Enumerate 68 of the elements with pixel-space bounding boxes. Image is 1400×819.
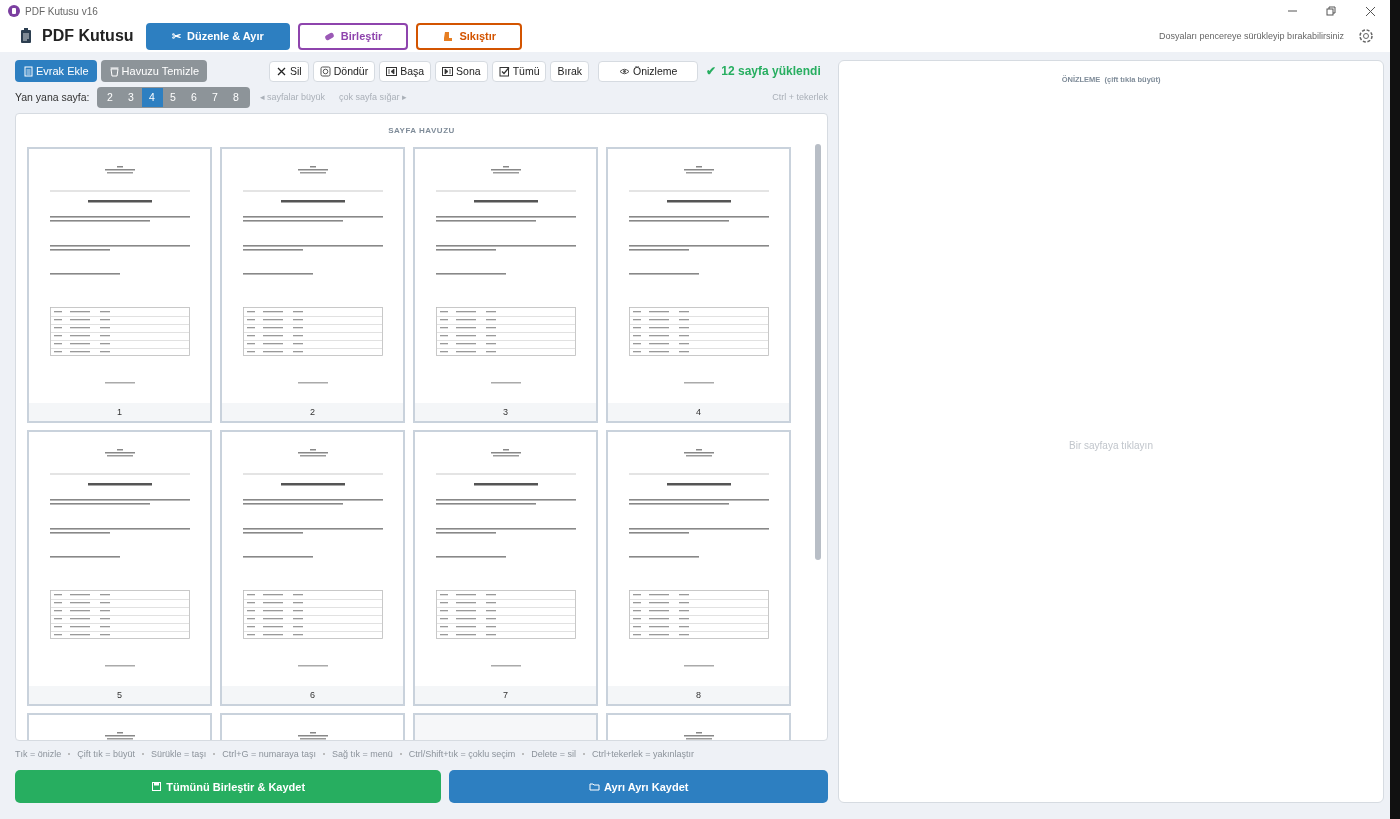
shortcut-hint: Sağ tık = menü (331, 749, 393, 759)
size-hint: çok sayfa sığar ▸ (339, 92, 408, 102)
page-thumbnail[interactable]: 3 (413, 147, 598, 423)
skip-start-icon (386, 65, 398, 77)
page-thumbnail[interactable]: 4 (606, 147, 791, 423)
page-number: 8 (608, 686, 789, 704)
shortcut-hint: Delete = sil (531, 749, 576, 759)
rotate-icon (319, 65, 331, 77)
page-number: 1 (29, 403, 210, 421)
app-name: PDF Kutusu (42, 27, 135, 45)
panel-title: SAYFA HAVUZU (387, 126, 456, 135)
trash-icon (108, 65, 120, 77)
page-header-drawing (683, 732, 714, 740)
shortcut-hint: Ctrl+G = numaraya taşı (222, 749, 316, 759)
page-thumbnail[interactable]: 2 (220, 147, 405, 423)
shortcut-hint: Ctrl+tekerlek = yakınlaştır (592, 749, 695, 759)
column-option[interactable]: 4 (141, 87, 163, 107)
restore-icon[interactable] (1326, 5, 1337, 17)
mode-tab[interactable]: Birleştir (297, 22, 409, 50)
document-icon (23, 65, 34, 77)
toolbar-button[interactable]: Sona (435, 60, 488, 82)
app-icon (8, 5, 20, 17)
check-icon: ✔ (706, 64, 717, 78)
close-icon (276, 65, 288, 77)
mode-tab[interactable]: Sıkıştır (416, 22, 523, 50)
columns-label: Yan yana sayfa: (15, 91, 90, 103)
toolbar-button[interactable]: Başa (379, 60, 432, 82)
checkbox-icon (498, 65, 510, 77)
page-thumbnail[interactable]: 6 (220, 430, 405, 706)
toolbar-button[interactable]: Döndür (312, 60, 376, 82)
drop-hint: Dosyaları pencereye sürükleyip bırakabilirsiniz (1158, 31, 1344, 41)
page-thumbnail[interactable]: 5 (27, 430, 212, 706)
save-icon (151, 781, 163, 792)
toolbar-button[interactable]: Sil (269, 60, 309, 82)
empty-preview-message: Bir sayfaya tıklayın (1069, 440, 1153, 451)
folder-icon (589, 781, 601, 792)
page-number: 5 (29, 686, 210, 704)
scrollbar[interactable] (815, 144, 821, 560)
skip-end-icon (442, 65, 454, 77)
status-text: 12 sayfa yüklendi (721, 64, 821, 78)
page-number: 6 (222, 686, 403, 704)
mode-tab[interactable]: ✂ Düzenle & Ayır (146, 22, 290, 50)
toolbar-button[interactable]: Bırak (550, 60, 589, 82)
size-hint: ◂ sayfalar büyük (259, 92, 326, 102)
shortcut-hint: Sürükle = taşı (151, 749, 207, 759)
boot-icon (442, 30, 454, 42)
page-header-drawing (104, 732, 135, 740)
window-title: PDF Kutusu v16 (25, 5, 99, 17)
toolbar-button[interactable]: Önizleme (598, 60, 699, 82)
toolbar-button[interactable]: Tümü (491, 60, 547, 82)
page-number: 4 (608, 403, 789, 421)
page-header-drawing (297, 732, 328, 740)
zoom-hint: Ctrl + tekerlek (772, 92, 828, 102)
page-number: 3 (415, 403, 596, 421)
shortcut-hint: Ctrl/Shift+tık = çoklu seçim (408, 749, 516, 759)
page-thumbnail[interactable]: 1 (27, 147, 212, 423)
page-thumbnail[interactable]: 7 (413, 430, 598, 706)
add-document-button[interactable]: Evrak Ekle (15, 60, 97, 82)
settings-icon[interactable] (1358, 28, 1374, 44)
shortcut-hint: Tık = önizle (15, 749, 62, 759)
eraser-icon (323, 30, 335, 42)
close-icon[interactable] (1365, 5, 1376, 17)
page-number: 2 (222, 403, 403, 421)
shortcut-hint: Çift tık = büyüt (77, 749, 136, 759)
separate-save-button[interactable]: Ayrı Ayrı Kaydet (449, 770, 828, 803)
page-thumbnail[interactable]: 8 (606, 430, 791, 706)
clipboard-icon (20, 28, 32, 44)
page-number: 7 (415, 686, 596, 704)
